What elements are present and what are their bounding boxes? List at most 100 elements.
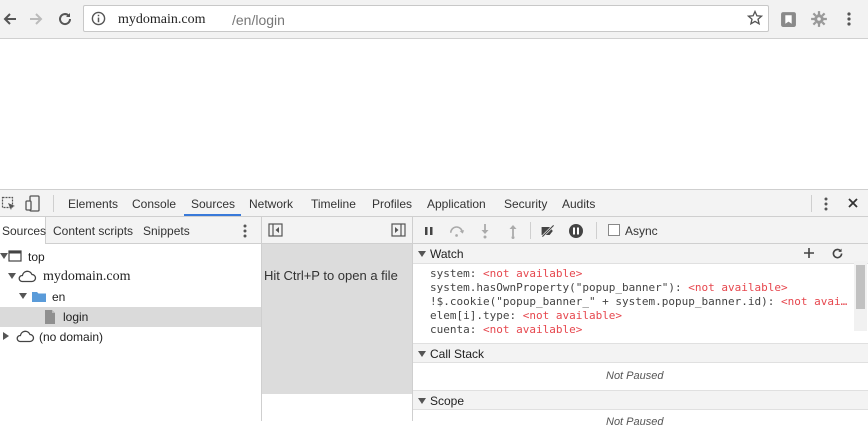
tab-console[interactable]: Console (132, 197, 176, 211)
navigator-tab-sources[interactable]: Sources (2, 224, 46, 238)
tab-audits[interactable]: Audits (562, 197, 595, 211)
async-checkbox[interactable] (608, 224, 620, 236)
watch-expression[interactable]: system.hasOwnProperty("popup_banner"): <… (430, 281, 788, 294)
call-stack-section-header[interactable]: Call Stack (413, 343, 868, 363)
puzzle-gear-icon[interactable] (810, 10, 828, 28)
watch-value: <not available> (522, 309, 623, 322)
pause-on-exceptions-icon[interactable] (568, 223, 584, 239)
star-icon[interactable] (746, 9, 764, 29)
devtools-panel: Elements Console Sources Network Timelin… (0, 189, 868, 428)
watch-expression[interactable]: elem[i].type: <not available> (430, 309, 622, 322)
deactivate-breakpoints-icon[interactable] (540, 223, 556, 239)
devtools-tabbar: Elements Console Sources Network Timelin… (0, 190, 868, 217)
expand-arrow-icon[interactable] (8, 273, 16, 279)
watch-value: <not available> (482, 323, 583, 336)
tree-item-no-domain[interactable]: (no domain) (0, 327, 261, 347)
watch-expr: system: (430, 267, 483, 280)
watch-scrollbar[interactable] (854, 261, 867, 331)
navigator-tab-content-scripts[interactable]: Content scripts (53, 224, 133, 238)
cloud-icon (15, 329, 35, 346)
navigator-tabs: Sources Content scripts Snippets (0, 217, 261, 244)
watch-section-header[interactable]: Watch (413, 244, 868, 264)
tree-item-folder-en[interactable]: en (0, 287, 261, 307)
expand-arrow-icon[interactable] (418, 251, 426, 257)
separator (596, 222, 597, 239)
open-file-hint: Hit Ctrl+P to open a file (264, 268, 398, 283)
devtools-menu-icon[interactable] (823, 196, 829, 215)
tree-item-label: (no domain) (39, 330, 104, 344)
tab-profiles[interactable]: Profiles (372, 197, 412, 211)
toggle-navigator-icon[interactable] (268, 223, 283, 240)
scope-status: Not Paused (606, 416, 664, 428)
tab-sources[interactable]: Sources (191, 197, 235, 211)
frame-icon (8, 250, 22, 265)
tree-item-file-login[interactable]: login (0, 307, 261, 327)
tree-item-label: en (52, 290, 66, 304)
step-out-icon[interactable] (505, 223, 521, 239)
refresh-watch-icon[interactable] (831, 247, 844, 263)
info-icon[interactable] (91, 11, 106, 29)
tab-elements[interactable]: Elements (68, 197, 118, 211)
watch-expr: cuenta: (430, 323, 483, 336)
scope-title: Scope (430, 394, 465, 408)
call-stack-status: Not Paused (606, 370, 664, 382)
reload-icon[interactable] (55, 9, 75, 29)
pause-icon[interactable] (421, 223, 437, 239)
navigator-pane: Sources Content scripts Snippets top myd… (0, 217, 262, 421)
url-path: /en/login (232, 12, 285, 28)
cloud-icon (17, 269, 37, 286)
call-stack-title: Call Stack (430, 347, 485, 361)
forward-icon[interactable] (26, 9, 46, 29)
step-into-icon[interactable] (477, 223, 493, 239)
expand-arrow-icon[interactable] (19, 293, 27, 299)
scope-section-header[interactable]: Scope (413, 390, 868, 410)
async-label: Async (625, 224, 658, 238)
watch-expression[interactable]: !$.cookie("popup_banner_" + system.popup… (430, 295, 847, 308)
watch-expression[interactable]: system: <not available> (430, 267, 582, 280)
navigator-menu-icon[interactable] (242, 223, 248, 242)
editor-pane: Hit Ctrl+P to open a file (262, 217, 413, 421)
menu-icon[interactable] (840, 10, 858, 28)
watch-expression[interactable]: cuenta: <not available> (430, 323, 582, 336)
tree-item-domain[interactable]: mydomain.com (0, 267, 261, 287)
navigator-tab-snippets[interactable]: Snippets (143, 224, 190, 238)
active-tab-indicator (184, 214, 241, 216)
address-bar[interactable]: mydomain.com /en/login (83, 5, 769, 32)
scroll-thumb[interactable] (856, 265, 865, 309)
extension-icon[interactable] (779, 10, 797, 28)
tab-network[interactable]: Network (249, 197, 293, 211)
inspect-element-icon[interactable] (1, 196, 17, 215)
file-icon (44, 309, 56, 328)
add-watch-icon[interactable] (803, 247, 815, 262)
device-toolbar-icon[interactable] (25, 195, 41, 216)
tree-item-label: top (28, 250, 45, 264)
close-icon[interactable] (847, 197, 859, 212)
back-icon[interactable] (0, 9, 20, 29)
tree-item-top[interactable]: top (0, 247, 261, 267)
browser-toolbar: mydomain.com /en/login (0, 0, 868, 39)
watch-expr: !$.cookie("popup_banner_" + system.popup… (430, 295, 781, 308)
tab-application[interactable]: Application (427, 197, 486, 211)
toggle-debugger-icon[interactable] (391, 223, 406, 240)
watch-expr: elem[i].type: (430, 309, 523, 322)
page-content (0, 39, 868, 189)
expand-arrow-icon[interactable] (0, 253, 8, 259)
tab-security[interactable]: Security (504, 197, 547, 211)
separator (530, 222, 531, 239)
watch-value: <not avai… (781, 295, 848, 308)
step-over-icon[interactable] (449, 223, 465, 239)
separator (53, 195, 54, 212)
expand-arrow-icon[interactable] (418, 398, 426, 404)
debugger-sidebar: Async Watch system: <not available> syst… (413, 217, 868, 428)
watch-title: Watch (430, 247, 464, 261)
collapse-arrow-icon[interactable] (3, 332, 9, 340)
editor-toolbar (262, 217, 412, 244)
watch-value: <not available> (482, 267, 583, 280)
folder-icon (31, 290, 47, 306)
tree-item-label: login (63, 310, 89, 324)
watch-value: <not available> (688, 281, 788, 294)
editor-empty-area[interactable]: Hit Ctrl+P to open a file (262, 244, 412, 394)
watch-expr: system.hasOwnProperty("popup_banner"): (430, 281, 689, 294)
expand-arrow-icon[interactable] (418, 351, 426, 357)
tab-timeline[interactable]: Timeline (311, 197, 356, 211)
